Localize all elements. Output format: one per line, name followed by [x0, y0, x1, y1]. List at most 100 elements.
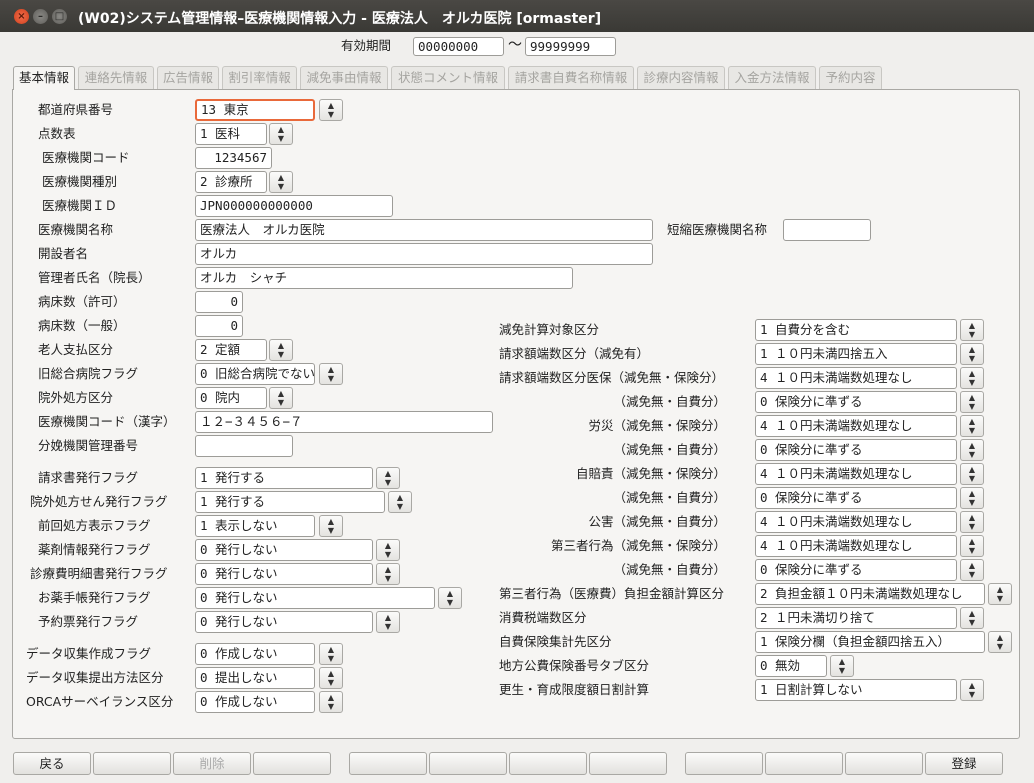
local-tab-spin[interactable]: ▲ ▼ [830, 655, 854, 677]
jibai-ins-input[interactable]: 4 １０円未満端数処理なし [755, 463, 957, 485]
orca-surv-spin[interactable]: ▲ ▼ [319, 691, 343, 713]
f8-button[interactable] [589, 752, 667, 775]
birth-no-input[interactable] [195, 435, 293, 457]
prefecture-input[interactable]: 13 東京 [195, 99, 315, 121]
drug-info-flag-input[interactable]: 0 発行しない [195, 539, 373, 561]
tensuhyo-spin[interactable]: ▲ ▼ [269, 123, 293, 145]
kougai-self-spin[interactable]: ▲ ▼ [960, 511, 984, 533]
tax-round-spin[interactable]: ▲ ▼ [960, 607, 984, 629]
beds-permit-input[interactable]: 0 [195, 291, 243, 313]
old-general-input[interactable]: 0 旧総合病院でない [195, 363, 315, 385]
round-genmen-spin[interactable]: ▲ ▼ [960, 343, 984, 365]
manager-input[interactable]: オルカ シャチ [195, 267, 573, 289]
genmen-target-spin[interactable]: ▲ ▼ [960, 319, 984, 341]
rousai-ins-input[interactable]: 4 １０円未満端数処理なし [755, 415, 957, 437]
inst-type-input[interactable]: 2 診療所 [195, 171, 267, 193]
third-self-input[interactable]: 0 保険分に準ずる [755, 559, 957, 581]
founder-input[interactable]: オルカ [195, 243, 653, 265]
notebook-flag-spin[interactable]: ▲ ▼ [438, 587, 462, 609]
tab-treatment-info[interactable]: 診療内容情報 [637, 66, 725, 89]
appt-flag-spin[interactable]: ▲ ▼ [376, 611, 400, 633]
bill-flag-spin[interactable]: ▲ ▼ [376, 467, 400, 489]
rehab-daily-input[interactable]: 1 日割計算しない [755, 679, 957, 701]
tab-ad-info[interactable]: 広告情報 [157, 66, 219, 89]
kougai-self-input[interactable]: 4 １０円未満端数処理なし [755, 511, 957, 533]
round-iho-ins-input[interactable]: 4 １０円未満端数処理なし [755, 367, 957, 389]
outside-rx-spin[interactable]: ▲ ▼ [269, 387, 293, 409]
inst-type-spin[interactable]: ▲ ▼ [269, 171, 293, 193]
rousai-self-input[interactable]: 0 保険分に準ずる [755, 439, 957, 461]
data-submit-input[interactable]: 0 提出しない [195, 667, 315, 689]
self-ins-dest-spin[interactable]: ▲ ▼ [988, 631, 1012, 653]
self-ins-dest-input[interactable]: 1 保険分欄（負担金額四捨五入） [755, 631, 985, 653]
drug-info-flag-spin[interactable]: ▲ ▼ [376, 539, 400, 561]
tab-status-comment-info[interactable]: 状態コメント情報 [391, 66, 505, 89]
tab-basic-info[interactable]: 基本情報 [13, 66, 75, 90]
jibai-self-input[interactable]: 0 保険分に準ずる [755, 487, 957, 509]
f7-button[interactable] [509, 752, 587, 775]
prefecture-spin[interactable]: ▲ ▼ [319, 99, 343, 121]
period-from-input[interactable]: 00000000 [413, 37, 504, 56]
tab-invoice-name-info[interactable]: 請求書自費名称情報 [508, 66, 634, 89]
third-med-spin[interactable]: ▲ ▼ [988, 583, 1012, 605]
data-create-spin[interactable]: ▲ ▼ [319, 643, 343, 665]
minimize-icon[interactable]: – [33, 9, 48, 24]
tensuhyo-input[interactable]: 1 医科 [195, 123, 267, 145]
round-iho-self-input[interactable]: 0 保険分に準ずる [755, 391, 957, 413]
appt-flag-input[interactable]: 0 発行しない [195, 611, 373, 633]
inst-code-input[interactable]: 1234567 [195, 147, 272, 169]
third-ins-spin[interactable]: ▲ ▼ [960, 535, 984, 557]
beds-general-input[interactable]: 0 [195, 315, 243, 337]
back-button[interactable]: 戻る [13, 752, 91, 775]
outside-rx-flag-input[interactable]: 1 発行する [195, 491, 385, 513]
third-self-spin[interactable]: ▲ ▼ [960, 559, 984, 581]
f5-button[interactable] [349, 752, 427, 775]
elderly-spin[interactable]: ▲ ▼ [269, 339, 293, 361]
tax-round-input[interactable]: 2 １円未満切り捨て [755, 607, 957, 629]
tab-payment-method-info[interactable]: 入金方法情報 [728, 66, 816, 89]
close-icon[interactable]: × [14, 9, 29, 24]
local-tab-input[interactable]: 0 無効 [755, 655, 827, 677]
third-ins-input[interactable]: 4 １０円未満端数処理なし [755, 535, 957, 557]
f2-button[interactable] [93, 752, 171, 775]
round-iho-self-spin[interactable]: ▲ ▼ [960, 391, 984, 413]
f9-button[interactable] [685, 752, 763, 775]
orca-surv-input[interactable]: 0 作成しない [195, 691, 315, 713]
tab-reduction-reason-info[interactable]: 減免事由情報 [300, 66, 388, 89]
f4-button[interactable] [253, 752, 331, 775]
outside-rx-input[interactable]: 0 院内 [195, 387, 267, 409]
bill-flag-input[interactable]: 1 発行する [195, 467, 373, 489]
jibai-ins-spin[interactable]: ▲ ▼ [960, 463, 984, 485]
third-med-input[interactable]: 2 負担金額１０円未満端数処理なし [755, 583, 985, 605]
f10-button[interactable] [765, 752, 843, 775]
f11-button[interactable] [845, 752, 923, 775]
round-iho-ins-spin[interactable]: ▲ ▼ [960, 367, 984, 389]
statement-flag-input[interactable]: 0 発行しない [195, 563, 373, 585]
tab-contact-info[interactable]: 連絡先情報 [78, 66, 154, 89]
f6-button[interactable] [429, 752, 507, 775]
rousai-self-spin[interactable]: ▲ ▼ [960, 439, 984, 461]
rousai-ins-spin[interactable]: ▲ ▼ [960, 415, 984, 437]
rehab-daily-spin[interactable]: ▲ ▼ [960, 679, 984, 701]
statement-flag-spin[interactable]: ▲ ▼ [376, 563, 400, 585]
prev-rx-flag-spin[interactable]: ▲ ▼ [319, 515, 343, 537]
data-create-input[interactable]: 0 作成しない [195, 643, 315, 665]
tab-appointment[interactable]: 予約内容 [819, 66, 882, 89]
maximize-icon[interactable]: □ [52, 9, 67, 24]
old-general-spin[interactable]: ▲ ▼ [319, 363, 343, 385]
data-submit-spin[interactable]: ▲ ▼ [319, 667, 343, 689]
delete-button[interactable]: 削除 [173, 752, 251, 775]
period-to-input[interactable]: 99999999 [525, 37, 616, 56]
prev-rx-flag-input[interactable]: 1 表示しない [195, 515, 315, 537]
genmen-target-input[interactable]: 1 自費分を含む [755, 319, 957, 341]
inst-code-kanji-input[interactable]: １２−３４５６−７ [195, 411, 493, 433]
round-genmen-input[interactable]: 1 １０円未満四捨五入 [755, 343, 957, 365]
short-name-input[interactable] [783, 219, 871, 241]
outside-rx-flag-spin[interactable]: ▲ ▼ [388, 491, 412, 513]
inst-name-input[interactable]: 医療法人 オルカ医院 [195, 219, 653, 241]
jibai-self-spin[interactable]: ▲ ▼ [960, 487, 984, 509]
notebook-flag-input[interactable]: 0 発行しない [195, 587, 435, 609]
register-button[interactable]: 登録 [925, 752, 1003, 775]
tab-discount-info[interactable]: 割引率情報 [222, 66, 297, 89]
elderly-input[interactable]: 2 定額 [195, 339, 267, 361]
